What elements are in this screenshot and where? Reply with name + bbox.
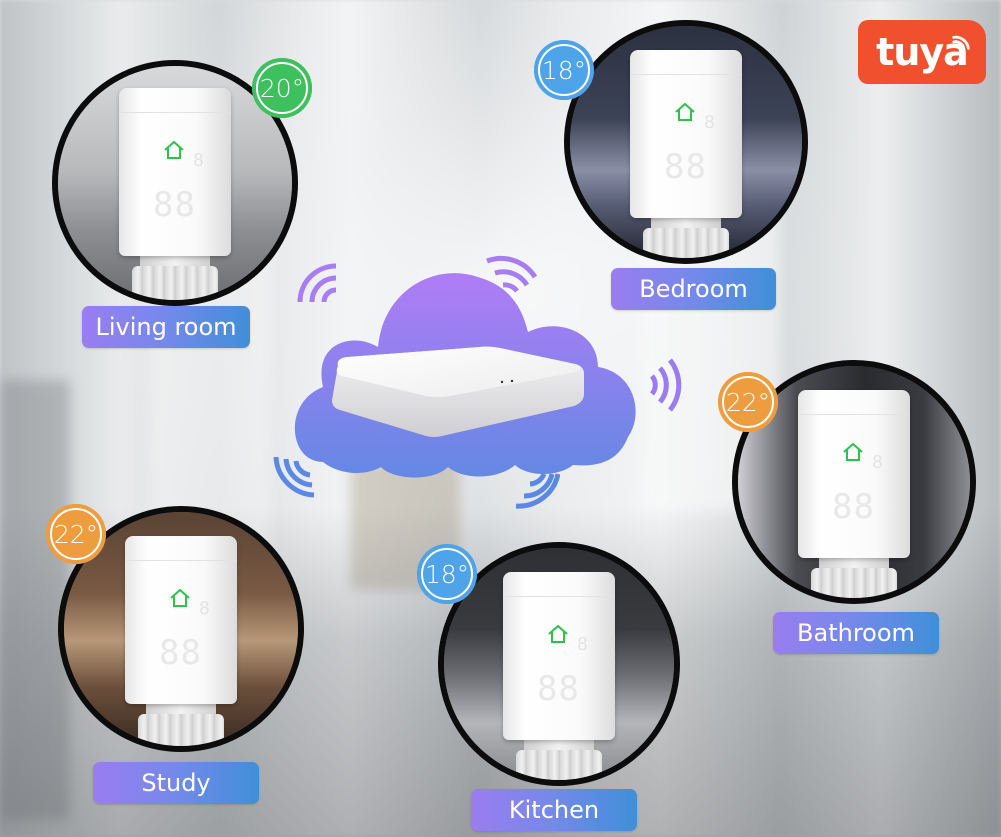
temperature-value: 22° — [725, 387, 771, 417]
room-label-text: Bathroom — [797, 619, 915, 647]
thermostat-neck — [819, 558, 889, 568]
room-image-bedroom: 8 88 — [564, 20, 808, 264]
lcd-small-digit: 8 — [577, 634, 588, 655]
temperature-badge-bedroom: 18° — [534, 40, 594, 100]
temperature-value: 18° — [541, 55, 587, 85]
lcd-small-digit: 8 — [199, 598, 210, 619]
thermostat-body: 8 88 — [125, 536, 237, 704]
wifi-signal-icon — [273, 456, 315, 498]
wifi-signal-icon — [486, 255, 537, 293]
thermostat-knob — [516, 750, 602, 780]
thermostat-neck — [524, 740, 594, 750]
room-label-text: Bedroom — [639, 275, 748, 303]
thermostat-knob — [643, 228, 729, 258]
room-label-text: Living room — [95, 313, 237, 341]
thermostat-body: 8 88 — [630, 50, 742, 218]
temperature-value: 20° — [259, 73, 305, 103]
temperature-badge-kitchen: 18° — [417, 544, 477, 604]
wifi-signal-icon — [297, 263, 337, 303]
thermostat-body: 8 88 — [503, 572, 615, 740]
lcd-digits: 88 — [153, 185, 196, 225]
lcd-small-digit: 8 — [193, 150, 204, 171]
house-icon — [675, 102, 695, 121]
thermostat-knob — [811, 568, 897, 598]
room-label-text: Kitchen — [508, 796, 600, 824]
temperature-value: 18° — [424, 559, 470, 589]
house-icon — [843, 442, 863, 461]
thermostat-knob — [138, 714, 224, 746]
temperature-value: 22° — [53, 519, 99, 549]
thermostat-neck — [146, 704, 216, 714]
temperature-badge-study: 22° — [46, 504, 106, 564]
room-label-text: Study — [141, 769, 211, 797]
thermostat-knob — [132, 266, 218, 300]
thermostat: 8 88 — [125, 536, 237, 746]
thermostat: 8 88 — [119, 88, 231, 300]
tuya-logo: tuya — [858, 20, 986, 84]
temperature-badge-bathroom: 22° — [718, 372, 778, 432]
gateway-hub-device — [332, 346, 584, 437]
thermostat-body: 8 88 — [119, 88, 231, 256]
temperature-badge-living-room: 20° — [252, 58, 312, 118]
thermostat-body: 8 88 — [798, 390, 910, 558]
lcd-small-digit: 8 — [872, 452, 883, 473]
lcd-digits: 88 — [664, 147, 707, 187]
house-icon — [164, 140, 184, 159]
room-label-bedroom: Bedroom — [611, 268, 776, 310]
lcd-small-digit: 8 — [704, 112, 715, 133]
room-label-kitchen: Kitchen — [471, 789, 637, 831]
wifi-signal-icon — [952, 35, 970, 50]
thermostat-neck — [651, 218, 721, 228]
room-label-living-room: Living room — [82, 306, 250, 348]
thermostat: 8 88 — [798, 390, 910, 598]
room-label-study: Study — [93, 762, 259, 804]
thermostat: 8 88 — [630, 50, 742, 258]
lcd-digits: 88 — [159, 633, 202, 673]
thermostat: 8 88 — [503, 572, 615, 780]
thermostat-neck — [140, 256, 210, 266]
wifi-signal-icon — [650, 358, 682, 412]
lcd-digits: 88 — [832, 487, 875, 527]
wifi-signal-icon — [515, 472, 560, 509]
house-icon — [548, 624, 568, 643]
room-label-bathroom: Bathroom — [773, 612, 939, 654]
house-icon — [170, 588, 190, 607]
lcd-digits: 88 — [537, 669, 580, 709]
